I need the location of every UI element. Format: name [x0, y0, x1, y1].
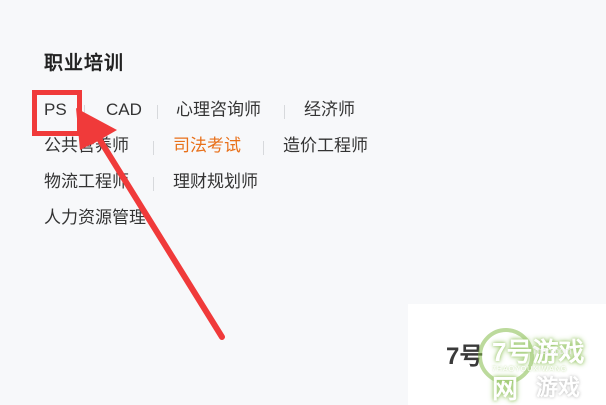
watermark-logo: 7号游戏网 7hao.com 7HAOYOUXIWANG 游戏 — [450, 322, 600, 404]
page: 职业培训 PS CAD 心理咨询师 经济师 公共营养师 司法考试 造价工程师 物… — [0, 0, 606, 405]
watermark-game-text: 游戏 — [536, 375, 581, 400]
watermark-url: 7hao.com — [532, 346, 572, 356]
